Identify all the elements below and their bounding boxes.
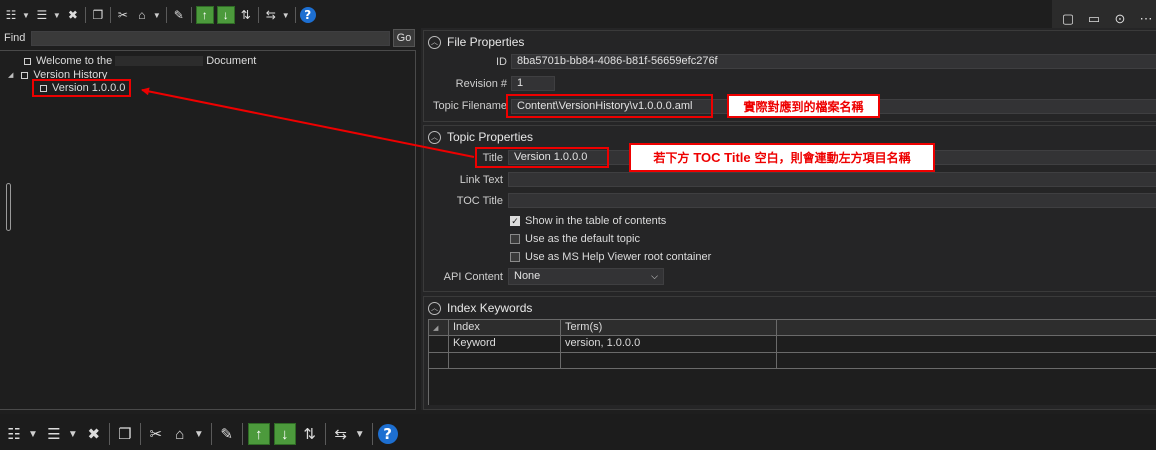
annotation-arrow [141, 87, 475, 158]
chevron-down-icon[interactable]: ▼ [355, 429, 365, 440]
bottom-toolbar: ☷ ▼ ☰ ▼ ✖ ❐ ✂ ⌂ ▼ ✎ ↑ ↓ ⇅ ⇆ ▼? [4, 423, 402, 445]
toolbar-separator [139, 423, 141, 445]
paste-button[interactable]: ⌂ [170, 424, 190, 444]
expand-collapse-button[interactable]: ⇆ [331, 424, 351, 444]
chevron-down-icon[interactable]: ▼ [28, 429, 38, 440]
copy-button[interactable]: ❐ [115, 424, 135, 444]
chevron-down-icon[interactable]: ▼ [194, 429, 204, 440]
delete-topic-button[interactable]: ✖ [84, 424, 104, 444]
toolbar-separator [324, 423, 326, 445]
move-up-button[interactable]: ↑ [247, 423, 270, 445]
chevron-down-icon[interactable]: ▼ [68, 429, 78, 440]
toolbar-separator [108, 423, 110, 445]
toolbar-separator [371, 423, 373, 445]
toolbar-separator [210, 423, 212, 445]
toolbar-separator [241, 423, 243, 445]
edit-topic-button[interactable]: ✎ [217, 424, 237, 444]
add-sibling-topic-button[interactable]: ☷ [4, 424, 24, 444]
help-button[interactable]: ? [377, 424, 398, 444]
sort-button[interactable]: ⇅ [300, 424, 320, 444]
cut-button[interactable]: ✂ [146, 424, 166, 444]
move-down-button[interactable]: ↓ [273, 423, 296, 445]
add-child-topic-button[interactable]: ☰ [44, 424, 64, 444]
